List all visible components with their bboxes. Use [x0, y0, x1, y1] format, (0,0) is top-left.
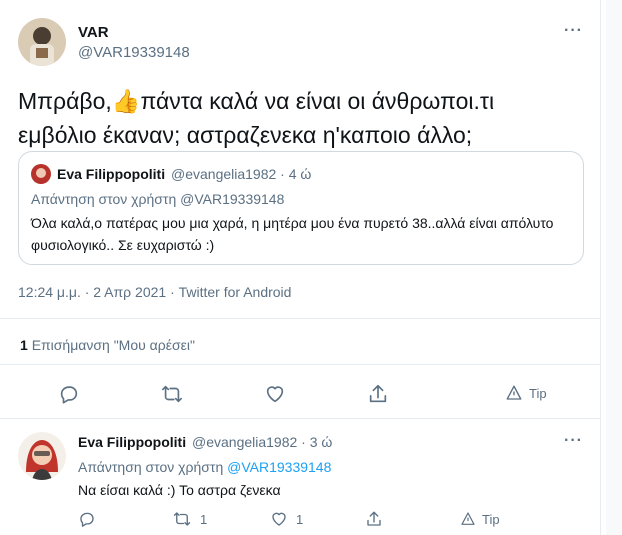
likes-count: 1	[20, 337, 28, 353]
share-icon	[369, 384, 387, 403]
retweet-button[interactable]	[160, 383, 184, 405]
reply-context: Απάντηση στον χρήστη @VAR19339148	[78, 459, 331, 475]
retweet-icon	[162, 385, 182, 403]
author-handle[interactable]: @VAR19339148	[78, 44, 190, 61]
tip-icon	[506, 385, 522, 400]
tip-icon	[461, 512, 475, 525]
like-icon	[272, 512, 286, 526]
likes-label: Επισήμανση "Μου αρέσει"	[31, 337, 195, 353]
quoted-tweet[interactable]: Eva Filippopoliti @evangelia1982 · 4 ώ Α…	[18, 151, 584, 265]
more-icon[interactable]: ···	[564, 432, 583, 450]
quote-reply-handle: @VAR19339148	[180, 191, 285, 207]
avatar-var[interactable]	[18, 18, 66, 66]
tweet-text-line-1: Μπράβο,👍πάντα καλά να είναι οι άνθρωποι.…	[18, 88, 495, 114]
quote-avatar	[31, 164, 51, 184]
share-button[interactable]	[367, 383, 389, 405]
author-name[interactable]: VAR	[78, 24, 109, 41]
divider	[0, 318, 600, 319]
retweet-count: 1	[200, 511, 208, 527]
reply-icon	[60, 386, 78, 404]
quote-reply-prefix: Απάντηση στον χρήστη	[31, 191, 181, 207]
quote-author-handle: @evangelia1982 · 4 ώ	[171, 166, 312, 182]
reply-button[interactable]	[58, 383, 80, 405]
like-count: 1	[296, 511, 304, 527]
reply-author-name[interactable]: Eva Filippopoliti	[78, 434, 186, 450]
likes-summary[interactable]: 1 Επισήμανση "Μου αρέσει"	[20, 337, 195, 353]
reply-tweet-text: Να είσαι καλά :) Το αστρα ζενεκα	[78, 482, 281, 498]
like-button[interactable]: 1	[270, 510, 303, 528]
divider	[0, 364, 600, 365]
avatar-eva[interactable]	[18, 432, 66, 480]
quote-text: Όλα καλά,ο πατέρας μου μια χαρά, η μητέρ…	[31, 215, 554, 253]
tip-label: Tip	[482, 511, 500, 527]
tweet-meta[interactable]: 12:24 μ.μ. · 2 Απρ 2021 · Twitter for An…	[18, 284, 291, 300]
reply-icon	[80, 512, 94, 527]
tweet-text-line-2: εμβόλιο έκαναν; αστραζενεκα η'καποιο άλλ…	[18, 122, 473, 148]
retweet-button[interactable]: 1	[172, 510, 207, 528]
reply-button[interactable]	[78, 510, 96, 528]
divider	[0, 418, 600, 419]
like-button[interactable]	[264, 383, 286, 405]
scrollbar-track[interactable]	[606, 0, 622, 535]
tip-button[interactable]: Tip	[505, 384, 547, 402]
more-icon[interactable]: ···	[564, 22, 583, 40]
quote-author-name: Eva Filippopoliti	[57, 166, 166, 182]
timeline-column: VAR @VAR19339148 ··· Μπράβο,👍πάντα καλά …	[0, 0, 601, 535]
retweet-icon	[173, 512, 191, 526]
tweet-text: Μπράβο,👍πάντα καλά να είναι οι άνθρωποι.…	[18, 84, 578, 152]
share-icon	[367, 511, 381, 526]
reply-context-prefix: Απάντηση στον χρήστη	[78, 459, 228, 475]
quote-reply-context: Απάντηση στον χρήστη @VAR19339148	[31, 191, 284, 207]
reply-context-handle[interactable]: @VAR19339148	[227, 459, 331, 475]
share-button[interactable]	[365, 510, 383, 528]
like-icon	[266, 386, 284, 403]
tip-button[interactable]: Tip	[460, 511, 500, 527]
reply-author-handle[interactable]: @evangelia1982 · 3 ώ	[192, 434, 332, 450]
tip-label: Tip	[529, 385, 547, 401]
